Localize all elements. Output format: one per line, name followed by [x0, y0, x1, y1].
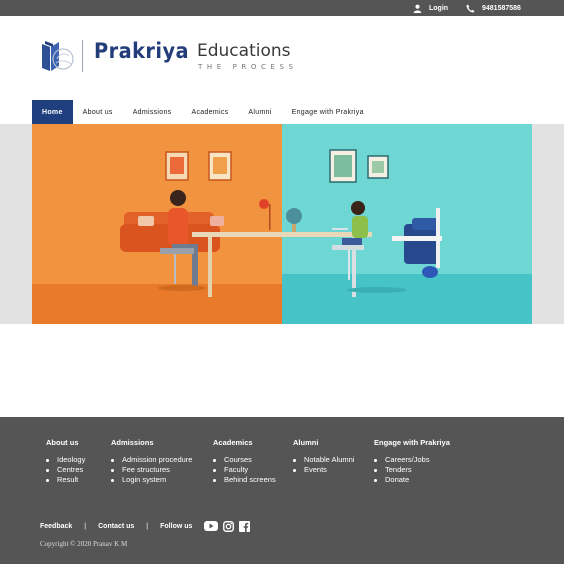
footer-link-events[interactable]: Events — [293, 465, 354, 475]
logo-brand: Prakriya — [94, 39, 190, 63]
footer-link-donate[interactable]: Donate — [374, 475, 450, 485]
separator: | — [84, 522, 87, 530]
footer-link-fee-structures[interactable]: Fee structures — [111, 465, 192, 475]
footer-col-about: About us Ideology Centres Result — [46, 438, 85, 485]
footer-links: Feedback | Contact us | Follow us — [40, 519, 255, 533]
footer-link-login-system[interactable]: Login system — [111, 475, 192, 485]
instagram-icon[interactable] — [223, 520, 235, 532]
nav-about-us[interactable]: About us — [73, 100, 123, 124]
copyright: Copyright © 2020 Pranav K M — [40, 540, 128, 548]
facebook-icon[interactable] — [239, 520, 251, 532]
logo-name: Educations — [197, 41, 291, 61]
footer-link-centres[interactable]: Centres — [46, 465, 85, 475]
follow-us-label: Follow us — [160, 522, 193, 530]
footer-link-faculty[interactable]: Faculty — [213, 465, 276, 475]
book-logo-icon — [42, 41, 74, 71]
phone-link[interactable]: 9481587586 — [466, 0, 521, 16]
footer-col-admissions: Admissions Admission procedure Fee struc… — [111, 438, 192, 485]
user-icon — [413, 4, 422, 13]
footer-col-title: Engage with Prakriya — [374, 438, 450, 447]
site-logo[interactable]: Prakriya Educations THE PROCESS — [39, 36, 299, 76]
footer-col-engage: Engage with Prakriya Careers/Jobs Tender… — [374, 438, 450, 485]
nav-alumni[interactable]: Alumni — [238, 100, 281, 124]
hero-illustration — [32, 124, 532, 324]
phone-icon — [466, 4, 475, 13]
footer-link-result[interactable]: Result — [46, 475, 85, 485]
feedback-link[interactable]: Feedback — [40, 523, 72, 530]
phone-number: 9481587586 — [482, 4, 521, 12]
youtube-icon[interactable] — [204, 521, 219, 531]
footer-link-admission-procedure[interactable]: Admission procedure — [111, 455, 192, 465]
footer-link-notable-alumni[interactable]: Notable Alumni — [293, 455, 354, 465]
top-bar: Login 9481587586 — [0, 0, 564, 16]
hero-image — [32, 124, 532, 324]
login-label: Login — [429, 4, 449, 12]
footer-link-careers[interactable]: Careers/Jobs — [374, 455, 450, 465]
nav-engage[interactable]: Engage with Prakriya — [282, 100, 374, 124]
footer-col-title: Admissions — [111, 438, 154, 447]
footer-link-tenders[interactable]: Tenders — [374, 465, 450, 475]
footer-col-academics: Academics Courses Faculty Behind screens — [213, 438, 276, 485]
logo-divider — [82, 40, 83, 72]
footer-link-courses[interactable]: Courses — [213, 455, 276, 465]
nav-academics[interactable]: Academics — [181, 100, 238, 124]
footer-col-title: Alumni — [293, 438, 319, 447]
logo-tagline: THE PROCESS — [198, 63, 298, 71]
footer-link-ideology[interactable]: Ideology — [46, 455, 85, 465]
nav-home[interactable]: Home — [32, 100, 73, 124]
main-nav: Home About us Admissions Academics Alumn… — [32, 100, 374, 124]
contact-link[interactable]: Contact us — [98, 523, 134, 530]
footer-col-title: About us — [46, 438, 79, 447]
nav-admissions[interactable]: Admissions — [123, 100, 182, 124]
footer-col-alumni: Alumni Notable Alumni Events — [293, 438, 354, 475]
social-icons — [204, 520, 255, 532]
separator: | — [146, 522, 149, 530]
footer-link-behind-screens[interactable]: Behind screens — [213, 475, 276, 485]
site-footer: About us Ideology Centres Result Admissi… — [0, 417, 564, 564]
login-link[interactable]: Login — [413, 0, 448, 16]
footer-col-title: Academics — [213, 438, 253, 447]
